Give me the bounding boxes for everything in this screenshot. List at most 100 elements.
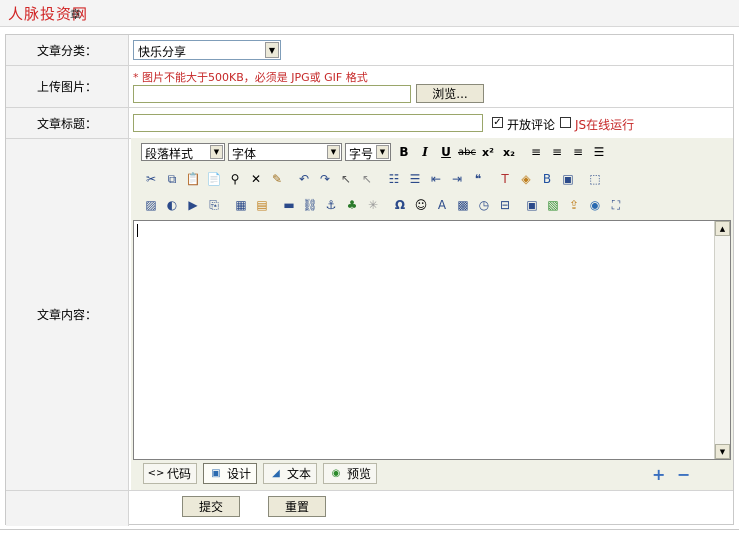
art-text-icon[interactable]: A: [432, 195, 452, 215]
tab-code-label: 代码: [167, 467, 192, 481]
text-color-icon[interactable]: T: [495, 169, 515, 189]
zoom-in-icon[interactable]: +: [652, 465, 665, 484]
align-justify-icon[interactable]: ☰: [589, 142, 609, 162]
abs-position-icon[interactable]: B: [537, 169, 557, 189]
attachment-icon[interactable]: ⎘: [204, 195, 224, 215]
outdent-icon[interactable]: ⇤: [426, 169, 446, 189]
scroll-down-icon[interactable]: ▼: [715, 444, 730, 459]
paragraph-style-select[interactable]: 段落样式 ▼: [141, 143, 225, 161]
open-comment-checkbox[interactable]: ✓: [492, 117, 503, 128]
undo-icon[interactable]: ↶: [294, 169, 314, 189]
submit-button[interactable]: 提交: [182, 496, 240, 517]
anchor-icon[interactable]: ⚓: [321, 195, 341, 215]
align-left-icon[interactable]: ≡: [526, 142, 546, 162]
indent-icon[interactable]: ⇥: [447, 169, 467, 189]
strikethrough-icon[interactable]: abc: [457, 142, 477, 162]
delete-icon[interactable]: ✕: [246, 169, 266, 189]
background-color-icon[interactable]: ◈: [516, 169, 536, 189]
superscript-icon[interactable]: x²: [478, 142, 498, 162]
zindex-icon[interactable]: ▣: [558, 169, 578, 189]
excel-icon[interactable]: ⊟: [495, 195, 515, 215]
font-value: 字体: [232, 147, 257, 161]
font-select[interactable]: 字体 ▼: [228, 143, 342, 161]
chevron-down-icon: ▼: [210, 145, 223, 159]
special-char-icon[interactable]: Ω: [390, 195, 410, 215]
editor-mode-tabs: <> 代码 ▣ 设计 ◢ 文本 ◉ 预览: [143, 463, 383, 485]
full-screen-icon[interactable]: ⬚: [585, 169, 605, 189]
text-caret: [137, 224, 138, 237]
tab-preview[interactable]: ◉ 预览: [323, 463, 378, 484]
paragraph-style-value: 段落样式: [145, 147, 194, 161]
scroll-up-icon[interactable]: ▲: [715, 221, 730, 236]
upload-file-icon[interactable]: ⇪: [564, 195, 584, 215]
frame-icon[interactable]: ▤: [252, 195, 272, 215]
design-icon: ▣: [211, 468, 221, 479]
preview-icon: ◉: [331, 468, 341, 479]
font-size-select[interactable]: 字号 ▼: [345, 143, 391, 161]
flash-icon[interactable]: ◐: [162, 195, 182, 215]
underline-icon[interactable]: U: [436, 142, 456, 162]
tab-text[interactable]: ◢ 文本: [263, 463, 318, 484]
actions-row: [6, 491, 733, 526]
open-comment-label: 开放评论: [507, 118, 556, 132]
italic-icon[interactable]: I: [415, 142, 435, 162]
find-icon[interactable]: ⚲: [225, 169, 245, 189]
reset-button[interactable]: 重置: [268, 496, 326, 517]
browse-button[interactable]: 浏览...: [416, 84, 484, 103]
select-all-icon[interactable]: ↖: [357, 169, 377, 189]
tab-design[interactable]: ▣ 设计: [203, 463, 258, 484]
table-icon[interactable]: ▦: [231, 195, 251, 215]
category-value: 快乐分享: [138, 45, 187, 59]
image-icon[interactable]: ▨: [141, 195, 161, 215]
category-label: 文章分类：: [6, 35, 129, 65]
link-icon[interactable]: ⛓: [300, 195, 320, 215]
file-path-input[interactable]: [133, 85, 411, 103]
toolbar-row-2: ✂ ⧉ 📋 📄 ⚲ ✕ ✎ ↶ ↷ ↖ ↖ ☷ ☰ ⇤ ⇥ ❝ T ◈ B ▣ …: [141, 168, 606, 190]
content-label: 文章内容：: [6, 139, 129, 490]
ordered-list-icon[interactable]: ☷: [384, 169, 404, 189]
tab-design-label: 设计: [227, 467, 252, 481]
unordered-list-icon[interactable]: ☰: [405, 169, 425, 189]
emoticon-icon[interactable]: ☺: [411, 195, 431, 215]
subscript-icon[interactable]: x₂: [499, 142, 519, 162]
code-format-icon[interactable]: ▣: [522, 195, 542, 215]
category-row: 文章分类： 快乐分享 ▼: [6, 35, 733, 66]
align-center-icon[interactable]: ≡: [547, 142, 567, 162]
horizontal-rule-icon[interactable]: ▬: [279, 195, 299, 215]
align-right-icon[interactable]: ≡: [568, 142, 588, 162]
chevron-down-icon: ▼: [327, 145, 340, 159]
js-online-label: JS在线运行: [575, 118, 635, 132]
js-online-checkbox[interactable]: [560, 117, 571, 128]
paste-text-icon[interactable]: 📄: [204, 169, 224, 189]
tab-text-label: 文本: [287, 467, 312, 481]
actions-label-cell: [6, 491, 129, 526]
editor-scrollbar[interactable]: ▲ ▼: [714, 221, 730, 459]
remote-upload-icon[interactable]: ▧: [543, 195, 563, 215]
blockquote-icon[interactable]: ❝: [468, 169, 488, 189]
category-select[interactable]: 快乐分享 ▼: [133, 40, 281, 60]
unlink-icon[interactable]: ✳: [363, 195, 383, 215]
select-icon[interactable]: ↖: [336, 169, 356, 189]
cut-icon[interactable]: ✂: [141, 169, 161, 189]
chevron-down-icon: ▼: [265, 42, 279, 58]
top-bar: 人脉投资网 章: [0, 0, 739, 27]
title-input[interactable]: [133, 114, 483, 132]
clean-format-icon[interactable]: ✎: [267, 169, 287, 189]
date-icon[interactable]: ▩: [453, 195, 473, 215]
copy-icon[interactable]: ⧉: [162, 169, 182, 189]
redo-icon[interactable]: ↷: [315, 169, 335, 189]
paste-icon[interactable]: 📋: [183, 169, 203, 189]
editor-content-area[interactable]: ▲ ▼: [133, 220, 731, 460]
text-icon: ◢: [272, 468, 280, 479]
time-icon[interactable]: ◷: [474, 195, 494, 215]
title-label: 文章标题：: [6, 108, 129, 138]
media-icon[interactable]: ▶: [183, 195, 203, 215]
page-title: 章: [70, 8, 81, 21]
toolbar-row-1: 段落样式 ▼ 字体 ▼ 字号 ▼ B I U abc x² x₂ ≡ ≡ ≡ ☰: [141, 141, 610, 163]
map-icon[interactable]: ♣: [342, 195, 362, 215]
tab-code[interactable]: <> 代码: [143, 463, 198, 484]
zoom-out-icon[interactable]: −: [677, 465, 690, 484]
maximize-icon[interactable]: ⛶: [606, 195, 626, 215]
bold-icon[interactable]: B: [394, 142, 414, 162]
globe-icon[interactable]: ◉: [585, 195, 605, 215]
